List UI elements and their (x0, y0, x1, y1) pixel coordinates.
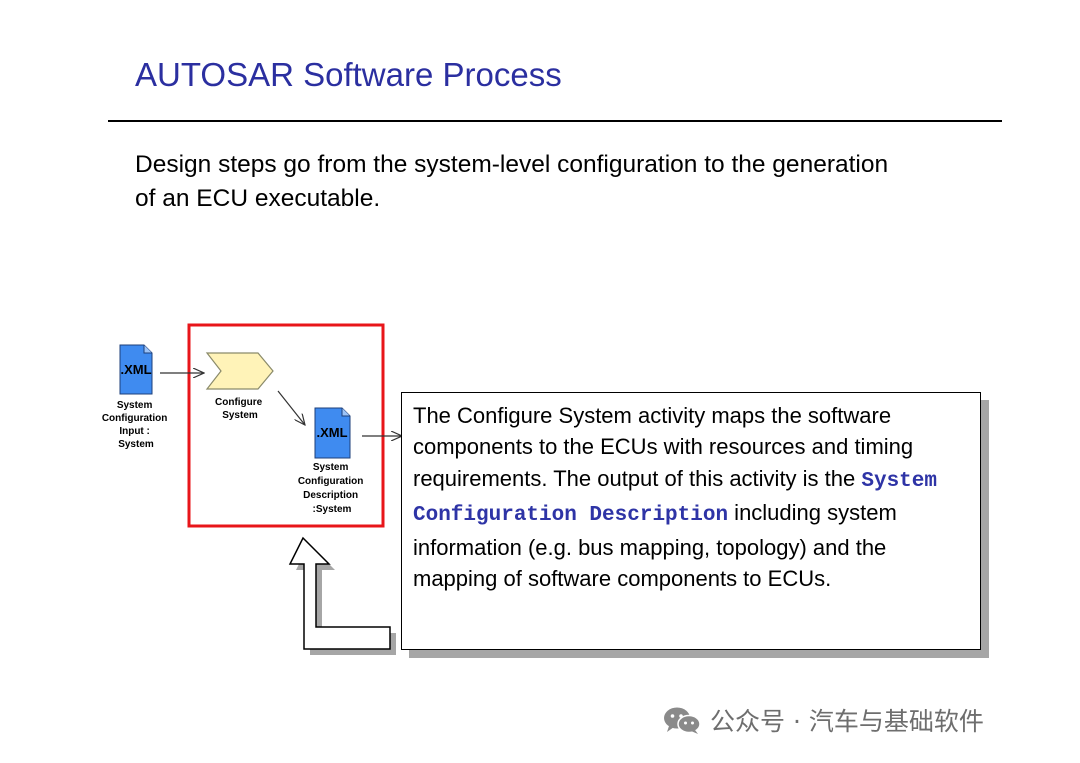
configure-system-activity-icon (205, 352, 274, 390)
callout-text-before: The Configure System activity maps the s… (413, 403, 914, 491)
arrow-activity-to-output (277, 390, 305, 425)
output-xml-tag: .XML (316, 425, 347, 440)
input-xml-document-icon: .XML (119, 344, 153, 395)
activity-label: Configure System (215, 397, 265, 421)
input-doc-label: System Configuration Input : System (102, 400, 170, 450)
watermark-text: 公众号 · 汽车与基础软件 (710, 707, 984, 736)
input-xml-tag: .XML (120, 362, 151, 377)
watermark: 公众号 · 汽车与基础软件 (662, 702, 984, 738)
callout-box: The Configure System activity maps the s… (401, 392, 981, 650)
output-doc-label: System Configuration Description :System (298, 462, 366, 515)
wechat-icon (664, 707, 701, 734)
pointer-arrow-icon (288, 536, 396, 655)
output-xml-document-icon: .XML (314, 407, 351, 459)
